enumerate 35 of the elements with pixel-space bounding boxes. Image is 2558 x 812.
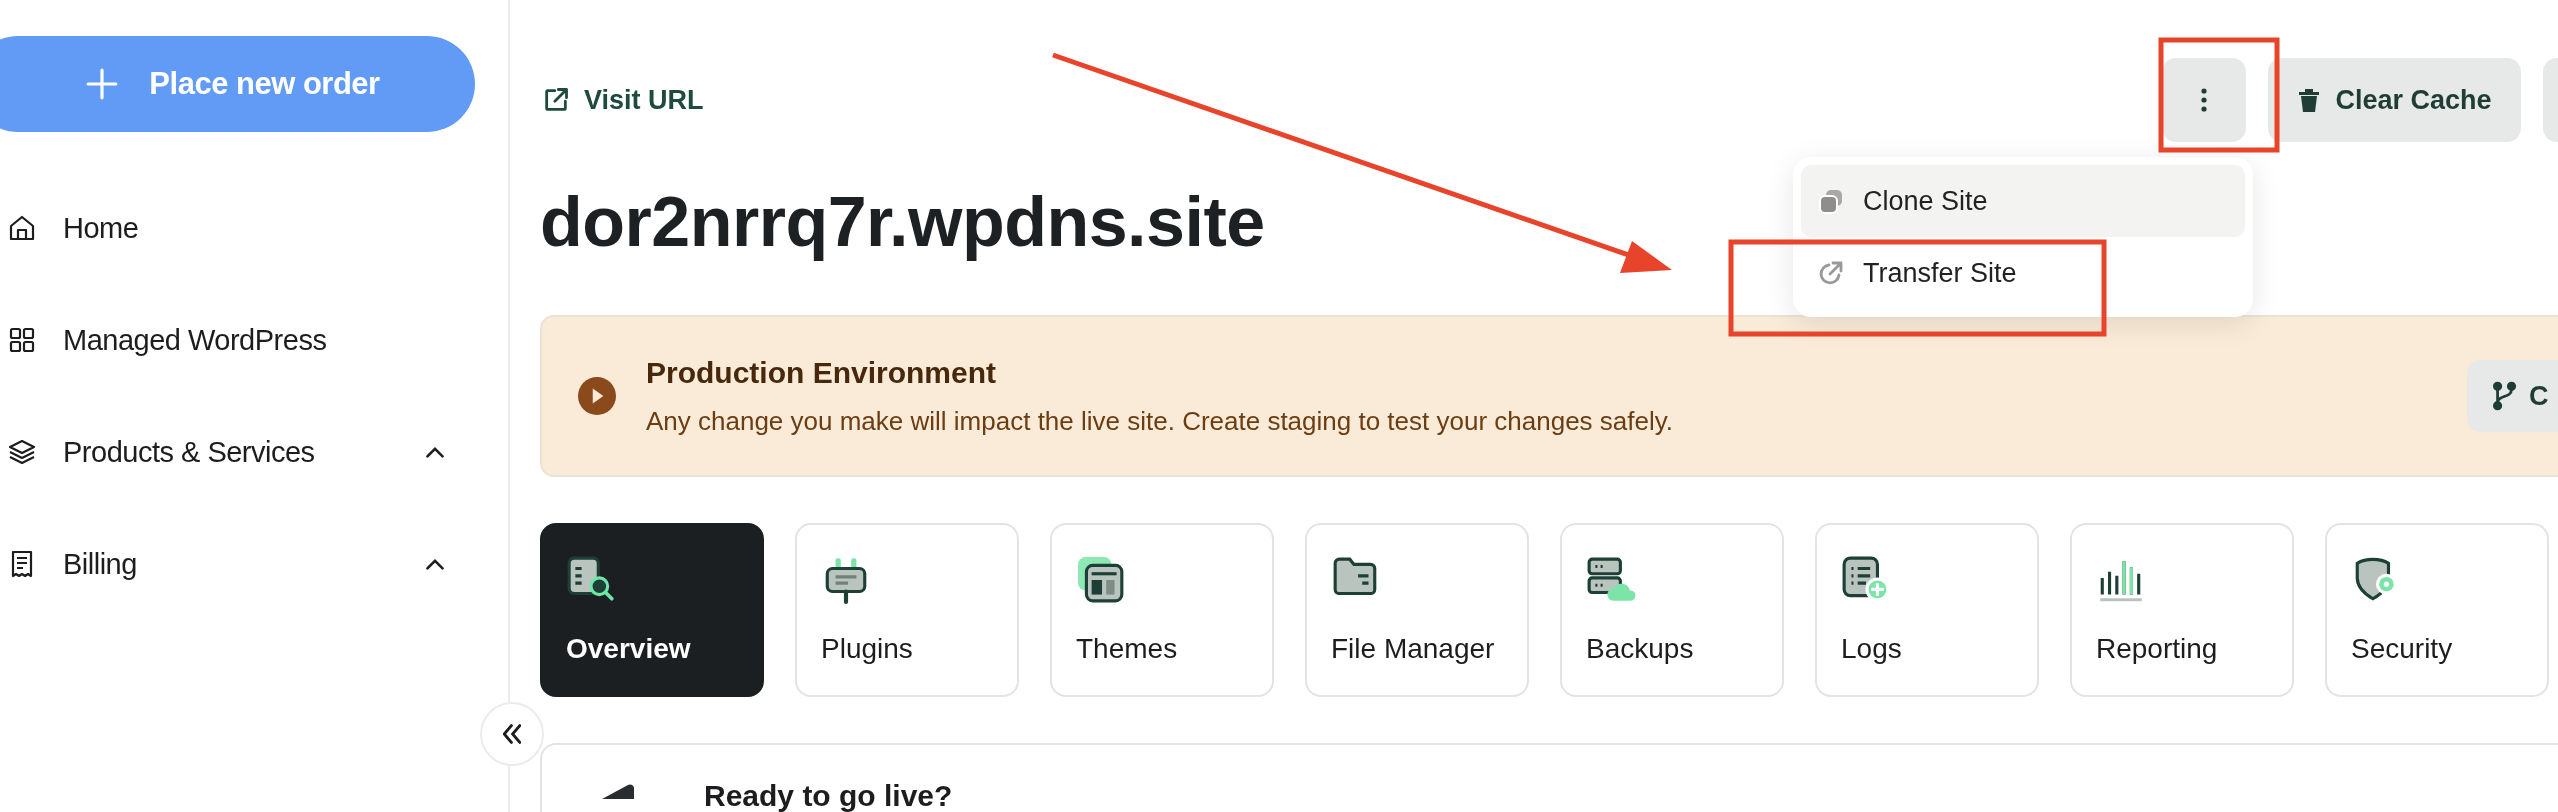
nav-item[interactable]: Home xyxy=(0,172,508,284)
branch-icon xyxy=(2491,381,2517,411)
grid-icon xyxy=(8,326,36,354)
tab[interactable]: Reporting xyxy=(2070,523,2294,697)
menu-item[interactable]: Transfer Site xyxy=(1801,237,2245,309)
copy-icon xyxy=(1817,187,1845,215)
plus-icon xyxy=(85,67,120,101)
clear-cache-button[interactable]: Clear Cache xyxy=(2268,58,2521,142)
more-icon xyxy=(2200,86,2208,114)
tab[interactable]: Security xyxy=(2325,523,2549,697)
site-title: dor2nrrq7r.wpdns.site xyxy=(540,182,1265,263)
tab[interactable]: Overview xyxy=(540,523,764,697)
visit-url-link[interactable]: Visit URL xyxy=(542,84,704,116)
double-chevron-left-icon xyxy=(503,724,521,744)
nav-item[interactable]: Managed WordPress xyxy=(0,284,508,396)
external-link-icon xyxy=(1817,259,1845,287)
nav-item[interactable]: Products & Services xyxy=(0,396,508,508)
tab[interactable]: Backups xyxy=(1560,523,1784,697)
banner-text: Any change you make will impact the live site. Create staging to test your changes safely. xyxy=(646,405,1674,437)
more-button[interactable] xyxy=(2162,58,2246,142)
tab[interactable]: Themes xyxy=(1050,523,1274,697)
tab[interactable]: Logs xyxy=(1815,523,2039,697)
menu-item[interactable]: Clone Site xyxy=(1801,165,2245,237)
layers-icon xyxy=(8,438,36,466)
play-icon xyxy=(578,377,616,415)
card-title: Ready to go live? xyxy=(704,779,953,812)
staging-button[interactable]: C xyxy=(2467,360,2558,432)
tab[interactable]: Plugins xyxy=(795,523,1019,697)
tab[interactable]: File Manager xyxy=(1305,523,1529,697)
layout-icon xyxy=(1076,555,1126,605)
external-link-icon xyxy=(542,86,570,114)
home-icon xyxy=(8,214,36,242)
trash-icon xyxy=(2297,86,2322,114)
nav-item[interactable]: Billing xyxy=(0,508,508,620)
banner-title: Production Environment xyxy=(646,355,997,390)
